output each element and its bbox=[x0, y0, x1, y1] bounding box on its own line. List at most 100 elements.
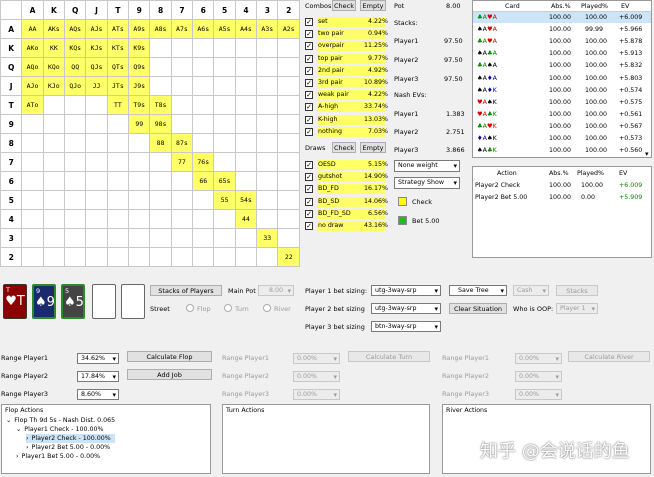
grid-cell[interactable] bbox=[42, 152, 66, 172]
combos-check-button[interactable]: Check bbox=[332, 0, 356, 11]
card-table[interactable]: Card Abs.% Played% EV ♣A ♥A 100.00 100.00 +6.009… bbox=[472, 0, 652, 158]
flop-actions-panel[interactable]: Flop Actions ⌄ Flop Th 9d 5s - Nash Dist.… bbox=[1, 404, 211, 474]
grid-cell[interactable]: A3s bbox=[256, 19, 279, 39]
grid-cell[interactable] bbox=[192, 190, 215, 210]
checkbox[interactable]: ✓ bbox=[305, 115, 313, 124]
grid-cell[interactable] bbox=[256, 114, 279, 134]
grid-cell[interactable] bbox=[106, 190, 130, 210]
range-player-select[interactable]: 0.00% bbox=[515, 389, 562, 400]
table-row[interactable]: ♠A ♦K 100.00 100.00 +0.574 bbox=[473, 85, 651, 96]
checkbox[interactable]: ✓ bbox=[305, 222, 313, 230]
grid-cell[interactable] bbox=[42, 95, 66, 115]
grid-cell[interactable] bbox=[21, 209, 44, 229]
grid-cell[interactable] bbox=[64, 209, 87, 229]
grid-cell[interactable] bbox=[277, 38, 300, 58]
tree-node[interactable]: ⌄ Flop Th 9d 5s - Nash Dist. 0.065 bbox=[6, 416, 115, 425]
grid-cell[interactable] bbox=[277, 114, 300, 134]
action-table[interactable]: Action Abs.% Played% EV Player2 Check 100.00 1… bbox=[472, 166, 652, 258]
grid-cell[interactable] bbox=[213, 95, 236, 115]
grid-cell[interactable] bbox=[85, 114, 108, 134]
grid-cell[interactable] bbox=[170, 209, 194, 229]
calculate-turn-button[interactable]: Calculate Turn bbox=[348, 351, 430, 362]
clear-situation-button[interactable]: Clear Situation bbox=[449, 303, 507, 314]
grid-cell[interactable] bbox=[42, 247, 66, 267]
grid-cell[interactable] bbox=[149, 152, 172, 172]
grid-cell[interactable] bbox=[106, 171, 130, 191]
grid-cell[interactable] bbox=[192, 57, 215, 77]
empty-card-slot[interactable] bbox=[121, 284, 145, 319]
range-player-select[interactable]: 0.00% bbox=[515, 371, 562, 382]
grid-cell[interactable] bbox=[213, 133, 236, 153]
table-row[interactable]: ♠A ♣A 100.00 100.00 +5.913 bbox=[473, 48, 651, 59]
action-table-column-header[interactable]: EV bbox=[619, 168, 627, 179]
grid-cell[interactable]: QJs bbox=[85, 57, 108, 77]
grid-cell[interactable] bbox=[192, 38, 215, 58]
draws-row[interactable]: ✓ BD_SD 14.06% bbox=[305, 196, 388, 207]
action-table-column-header[interactable]: Action bbox=[497, 168, 517, 179]
range-grid[interactable]: A K Q J T 9 8 7 6 5 4 3 2 A AA AKs AQs AJs ATs A9s A8s A7s A6s… bbox=[0, 0, 300, 267]
chevron-down-icon[interactable]: ⌄ bbox=[6, 417, 11, 424]
checkbox[interactable]: ✓ bbox=[305, 42, 313, 51]
combos-row[interactable]: ✓ nothing 7.03% bbox=[305, 126, 388, 137]
grid-cell[interactable] bbox=[234, 95, 258, 115]
tree-node[interactable]: › Player2 Check - 100.00% bbox=[26, 434, 115, 443]
grid-cell[interactable] bbox=[234, 76, 258, 96]
grid-cell[interactable] bbox=[234, 57, 258, 77]
grid-cell[interactable] bbox=[213, 209, 236, 229]
grid-cell[interactable] bbox=[213, 57, 236, 77]
add-job-button[interactable]: Add Job bbox=[127, 369, 212, 380]
grid-cell[interactable] bbox=[85, 95, 108, 115]
checkbox[interactable]: ✓ bbox=[305, 79, 313, 87]
grid-cell[interactable] bbox=[234, 171, 258, 191]
grid-cell[interactable] bbox=[64, 133, 87, 153]
combos-row[interactable]: ✓ top pair 9.77% bbox=[305, 53, 388, 64]
grid-cell[interactable] bbox=[128, 209, 151, 229]
grid-cell[interactable] bbox=[234, 133, 258, 153]
grid-cell[interactable]: QJo bbox=[64, 76, 87, 96]
checkbox[interactable]: ✓ bbox=[305, 161, 313, 169]
combos-row[interactable]: ✓ A-high 33.74% bbox=[305, 102, 388, 113]
grid-cell[interactable] bbox=[192, 247, 215, 267]
range-player-select[interactable]: 17.84% bbox=[77, 371, 119, 382]
draws-row[interactable]: ✓ no draw 43.16% bbox=[305, 221, 388, 231]
grid-cell[interactable]: 99 bbox=[128, 114, 151, 134]
checkbox[interactable]: ✓ bbox=[305, 66, 313, 75]
grid-cell[interactable] bbox=[256, 171, 279, 191]
grid-cell[interactable] bbox=[277, 190, 300, 210]
range-player-select[interactable]: 8.60% bbox=[77, 389, 119, 400]
grid-cell[interactable] bbox=[149, 76, 172, 96]
board-card[interactable]: 9 ♠9 bbox=[32, 284, 56, 319]
grid-cell[interactable] bbox=[128, 171, 151, 191]
combos-row[interactable]: ✓ two pair 0.94% bbox=[305, 29, 388, 40]
grid-cell[interactable] bbox=[192, 133, 215, 153]
checkbox[interactable]: ✓ bbox=[305, 54, 313, 63]
grid-cell[interactable] bbox=[256, 76, 279, 96]
p2-bet-sizing-select[interactable]: utg-3way-srp bbox=[371, 303, 441, 314]
grid-cell[interactable] bbox=[277, 209, 300, 229]
street-radio-turn[interactable] bbox=[224, 304, 232, 312]
card-table-column-header[interactable]: EV bbox=[621, 1, 629, 12]
grid-cell[interactable] bbox=[213, 152, 236, 172]
checkbox[interactable]: ✓ bbox=[305, 127, 313, 136]
grid-cell[interactable] bbox=[170, 95, 194, 115]
card-table-column-header[interactable]: Played% bbox=[581, 1, 608, 12]
turn-actions-panel[interactable]: Turn Actions bbox=[222, 404, 430, 474]
calculate-river-button[interactable]: Calculate River bbox=[568, 351, 650, 362]
chevron-right-icon[interactable]: › bbox=[16, 453, 19, 460]
action-table-column-header[interactable]: Played% bbox=[577, 168, 604, 179]
table-row[interactable]: ♠A ♦A 100.00 100.00 +5.803 bbox=[473, 73, 651, 84]
grid-cell[interactable] bbox=[170, 228, 194, 248]
grid-cell[interactable]: A6s bbox=[192, 19, 215, 39]
grid-cell[interactable] bbox=[64, 95, 87, 115]
grid-cell[interactable]: 66 bbox=[192, 171, 215, 191]
grid-cell[interactable] bbox=[170, 76, 194, 96]
tree-node[interactable]: › Player2 Bet 5.00 - 0.00% bbox=[26, 443, 110, 452]
grid-cell[interactable]: K9s bbox=[128, 38, 151, 58]
table-row[interactable]: ♥A ♣K 100.00 100.00 +0.561 bbox=[473, 109, 651, 120]
grid-cell[interactable] bbox=[106, 228, 130, 248]
checkbox[interactable]: ✓ bbox=[305, 18, 313, 26]
cash-select[interactable]: Cash bbox=[513, 285, 549, 296]
combos-row[interactable]: ✓ K-high 13.03% bbox=[305, 114, 388, 125]
grid-cell[interactable] bbox=[106, 133, 130, 153]
table-row[interactable]: ♣A ♥K 100.00 100.00 +0.567 bbox=[473, 121, 651, 132]
